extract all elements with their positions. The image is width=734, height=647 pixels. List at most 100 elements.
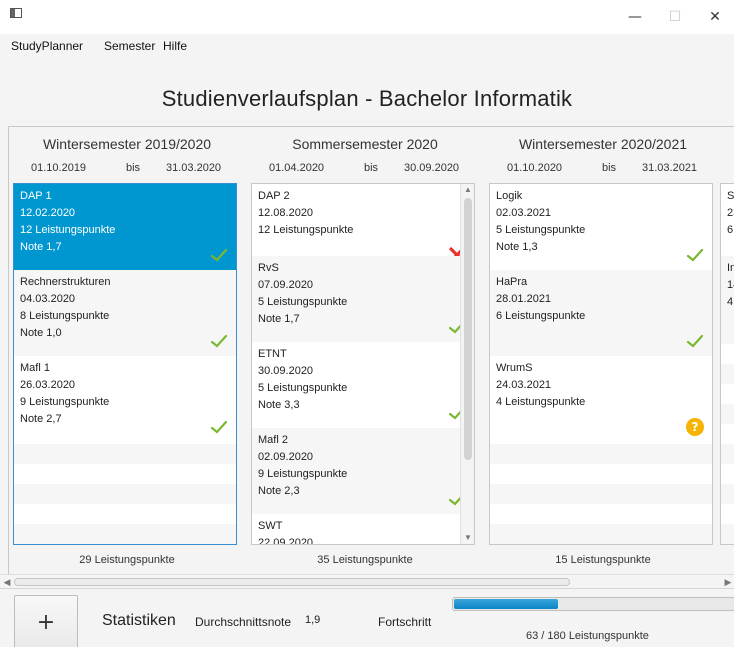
course-item[interactable]: In 14 4 <box>721 256 734 342</box>
course-date: 12.08.2020 <box>258 207 314 219</box>
course-points: 5 Leistungspunkte <box>496 224 586 236</box>
course-date: 23 <box>727 207 734 219</box>
course-points: 12 Leistungspunkte <box>258 224 354 236</box>
semester-title: Sommersemester 2020 <box>292 136 438 152</box>
scroll-up-icon[interactable]: ▲ <box>461 184 474 196</box>
course-grade: Note 1,0 <box>20 327 62 339</box>
check-icon <box>210 332 228 350</box>
course-item[interactable]: HaPra 28.01.2021 6 Leistungspunkte <box>490 270 712 356</box>
course-name: HaPra <box>496 276 528 288</box>
course-list[interactable]: DAP 1 12.02.2020 12 Leistungspunkte Note 1,… <box>13 183 237 545</box>
menu-semester[interactable]: Semester <box>104 39 155 53</box>
course-points: 9 Leistungspunkte <box>20 396 110 408</box>
course-name: DAP 2 <box>258 190 290 202</box>
course-name: WrumS <box>496 362 533 374</box>
course-item[interactable]: Mafl 2 02.09.2020 9 Leistungspunkte Note 2,… <box>252 428 474 514</box>
course-points: 4 <box>727 296 734 308</box>
semester-column: Sommersemester 2020 01.04.2020 bis 30.09.20… <box>247 127 483 586</box>
vertical-scrollbar[interactable]: ▲ ▼ <box>460 184 474 544</box>
course-item[interactable]: Mafl 1 26.03.2020 9 Leistungspunkte Note 2,… <box>14 356 236 442</box>
semester-column: So 23 6 In 14 4 <box>716 127 734 586</box>
semester-column: Wintersemester 2019/2020 01.10.2019 bis 31.… <box>9 127 245 586</box>
title-bar: — ☐ ✕ <box>0 0 734 34</box>
course-name: Rechnerstrukturen <box>20 276 111 288</box>
semester-date-separator: bis <box>364 162 379 174</box>
course-list[interactable]: Logik 02.03.2021 5 Leistungspunkte Note 1,3… <box>489 183 713 545</box>
page-title: Studienverlaufsplan - Bachelor Informati… <box>161 86 573 111</box>
course-name: Mafl 2 <box>258 434 288 446</box>
course-name: DAP 1 <box>20 190 52 202</box>
semester-points-sum: 15 Leistungspunkte <box>555 554 651 566</box>
course-points: 6 Leistungspunkte <box>496 310 586 322</box>
statistics-label: Statistiken <box>102 612 176 629</box>
course-name: ETNT <box>258 348 287 360</box>
scroll-right-icon[interactable]: ▶ <box>722 575 734 589</box>
course-item[interactable]: ETNT 30.09.2020 5 Leistungspunkte Note 3,3 <box>252 342 474 428</box>
statistics-bar: + Statistiken Durchschnittsnote 1,9 Fort… <box>0 588 734 647</box>
progress-text: 63 / 180 Leistungspunkte <box>526 630 649 642</box>
course-name: Logik <box>496 190 523 202</box>
progress-label: Fortschritt <box>378 615 432 629</box>
course-name: In <box>727 262 734 274</box>
course-list[interactable]: So 23 6 In 14 4 <box>720 183 734 545</box>
semester-start-date: 01.04.2020 <box>269 162 325 174</box>
semester-date-separator: bis <box>602 162 617 174</box>
progress-bar <box>452 597 734 611</box>
check-icon <box>686 246 704 264</box>
course-item[interactable]: RvS 07.09.2020 5 Leistungspunkte Note 1,7 <box>252 256 474 342</box>
horizontal-scroll-thumb[interactable] <box>14 578 570 586</box>
semester-end-date: 31.03.2020 <box>166 162 222 174</box>
course-grade: Note 3,3 <box>258 399 300 411</box>
semester-column: Wintersemester 2020/2021 01.10.2020 bis 31.… <box>485 127 721 586</box>
check-icon <box>686 332 704 350</box>
semester-area: Wintersemester 2019/2020 01.10.2019 bis 31.… <box>8 126 734 586</box>
check-icon <box>210 418 228 436</box>
scroll-down-icon[interactable]: ▼ <box>461 532 474 544</box>
course-item[interactable]: Logik 02.03.2021 5 Leistungspunkte Note 1,3 <box>490 184 712 270</box>
progress-bar-fill <box>454 599 558 609</box>
course-points: 8 Leistungspunkte <box>20 310 110 322</box>
course-date: 02.03.2021 <box>496 207 552 219</box>
menu-studyplanner[interactable]: StudyPlanner <box>11 39 83 53</box>
course-item[interactable]: SWT 22.09.2020 <box>252 514 474 544</box>
course-name: RvS <box>258 262 279 274</box>
horizontal-scrollbar[interactable]: ◀ ▶ <box>0 574 734 588</box>
course-grade: Note 1,3 <box>496 241 538 253</box>
maximize-button: ☐ <box>668 9 682 25</box>
question-icon: ? <box>686 418 704 436</box>
course-grade: Note 1,7 <box>20 241 62 253</box>
course-item[interactable]: WrumS 24.03.2021 4 Leistungspunkte? <box>490 356 712 442</box>
app-icon <box>10 8 22 18</box>
semester-title: Wintersemester 2020/2021 <box>518 136 688 152</box>
semester-points-sum: 29 Leistungspunkte <box>79 554 175 566</box>
vertical-scroll-thumb[interactable] <box>464 198 472 460</box>
course-grade: Note 2,3 <box>258 485 300 497</box>
semester-date-separator: bis <box>126 162 141 174</box>
menu-bar: StudyPlanner Semester Hilfe <box>0 34 734 58</box>
course-item[interactable]: DAP 1 12.02.2020 12 Leistungspunkte Note 1,… <box>14 184 236 270</box>
course-date: 14 <box>727 279 734 291</box>
course-list[interactable]: DAP 2 12.08.2020 12 Leistungspunkte RvS 07.0… <box>251 183 475 545</box>
semester-end-date: 30.09.2020 <box>404 162 460 174</box>
course-points: 5 Leistungspunkte <box>258 382 348 394</box>
course-points: 6 <box>727 224 734 236</box>
close-button[interactable]: ✕ <box>700 6 730 28</box>
course-name: SWT <box>258 520 283 532</box>
add-course-button[interactable]: + <box>14 595 78 647</box>
minimize-button[interactable]: — <box>620 6 650 28</box>
course-date: 12.02.2020 <box>20 207 76 219</box>
course-points: 12 Leistungspunkte <box>20 224 116 236</box>
course-name: So <box>727 190 734 202</box>
course-date: 26.03.2020 <box>20 379 76 391</box>
course-date: 28.01.2021 <box>496 293 552 305</box>
semester-end-date: 31.03.2021 <box>642 162 698 174</box>
course-item[interactable]: Rechnerstrukturen 04.03.2020 8 Leistungspu… <box>14 270 236 356</box>
course-grade: Note 1,7 <box>258 313 300 325</box>
main-content: Studienverlaufsplan - Bachelor Informati… <box>0 58 734 647</box>
course-grade: Note 2,7 <box>20 413 62 425</box>
course-date: 07.09.2020 <box>258 279 314 291</box>
course-points: 9 Leistungspunkte <box>258 468 348 480</box>
semester-start-date: 01.10.2020 <box>507 162 563 174</box>
menu-hilfe[interactable]: Hilfe <box>163 39 187 53</box>
scroll-left-icon[interactable]: ◀ <box>1 575 13 589</box>
